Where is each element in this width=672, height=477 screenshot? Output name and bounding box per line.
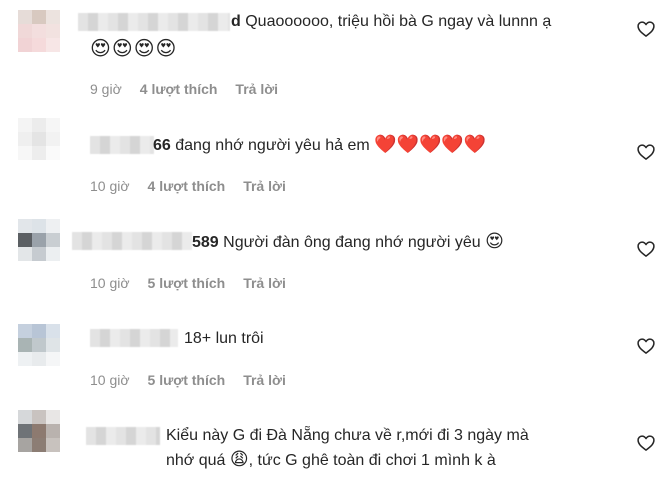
username-blurred[interactable] [90, 329, 178, 347]
heart-outline-icon[interactable] [636, 433, 656, 453]
comment-meta: 10 giờ 4 lượt thích Trả lời [90, 178, 286, 194]
comment-meta: 9 giờ 4 lượt thích Trả lời [90, 81, 278, 97]
like-count[interactable]: 4 lượt thích [140, 81, 218, 97]
like-count[interactable]: 4 lượt thích [148, 178, 226, 194]
timestamp[interactable]: 9 giờ [90, 81, 122, 97]
username-blurred[interactable] [90, 136, 154, 154]
comment-text: Kiểu này G đi Đà Nẵng chưa về r,mới đi 3… [166, 426, 529, 446]
weary-face-emoji: 😩 [229, 449, 249, 470]
timestamp[interactable]: 10 giờ [90, 372, 130, 388]
comment-text: 18+ lun trôi [184, 329, 264, 349]
username-tail[interactable]: 589 [192, 234, 219, 251]
heart-outline-icon[interactable] [636, 142, 656, 162]
comment-list: d Quaoooooo, triệu hồi bà G ngay và lunn… [0, 0, 672, 477]
emoji-row: 😍 [485, 231, 504, 252]
username-tail[interactable]: 66 [153, 137, 171, 154]
like-count[interactable]: 5 lượt thích [148, 275, 226, 291]
comment-body-3: , tức G ghê toàn đi chơi 1 mình k à [248, 452, 496, 469]
comment-text: 589 Người đàn ông đang nhớ người yêu 😍 [192, 232, 504, 253]
avatar[interactable] [18, 10, 60, 52]
avatar[interactable] [18, 324, 60, 366]
username-tail[interactable]: d [231, 13, 241, 30]
avatar[interactable] [18, 118, 60, 160]
comment-body: đang nhớ người yêu hả em [175, 137, 370, 154]
comment-body: Người đàn ông đang nhớ người yêu [223, 234, 481, 251]
comment-text-line-2: nhớ quá 😩, tức G ghê toàn đi chơi 1 mình… [166, 450, 496, 471]
comment-text: 66 đang nhớ người yêu hả em ❤️❤️❤️❤️❤️ [153, 135, 486, 156]
heart-outline-icon[interactable] [636, 19, 656, 39]
heart-outline-icon[interactable] [636, 239, 656, 259]
emoji-row: 😍😍😍😍 [90, 36, 178, 60]
like-count[interactable]: 5 lượt thích [148, 372, 226, 388]
comment-body: 18+ lun trôi [184, 330, 264, 347]
reply-button[interactable]: Trả lời [243, 178, 286, 194]
emoji-row: ❤️❤️❤️❤️❤️ [374, 134, 487, 155]
reply-button[interactable]: Trả lời [243, 275, 286, 291]
comment-body: Quaoooooo, triệu hồi bà G ngay và lunnn … [245, 13, 552, 30]
avatar[interactable] [18, 219, 60, 261]
comment-body-2: nhớ quá [166, 452, 226, 469]
username-blurred[interactable] [78, 13, 230, 31]
comment-body: Kiểu này G đi Đà Nẵng chưa về r,mới đi 3… [166, 427, 529, 444]
timestamp[interactable]: 10 giờ [90, 178, 130, 194]
comment-meta: 10 giờ 5 lượt thích Trả lời [90, 372, 286, 388]
reply-button[interactable]: Trả lời [243, 372, 286, 388]
timestamp[interactable]: 10 giờ [90, 275, 130, 291]
comment-text: d Quaoooooo, triệu hồi bà G ngay và lunn… [231, 12, 551, 32]
reply-button[interactable]: Trả lời [235, 81, 278, 97]
username-blurred[interactable] [72, 232, 192, 250]
avatar[interactable] [18, 410, 60, 452]
username-blurred[interactable] [86, 427, 160, 445]
heart-outline-icon[interactable] [636, 336, 656, 356]
comment-meta: 10 giờ 5 lượt thích Trả lời [90, 275, 286, 291]
